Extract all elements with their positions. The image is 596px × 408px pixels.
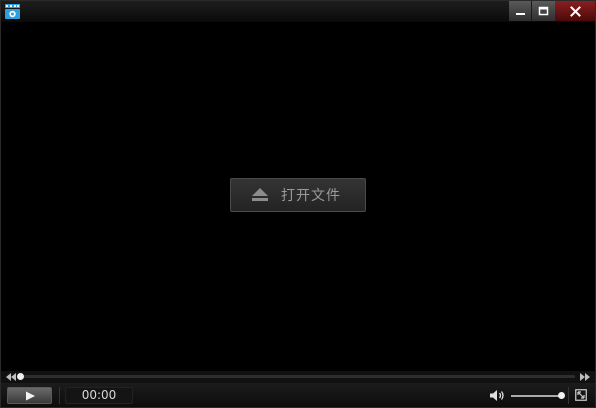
play-button[interactable]	[7, 387, 52, 404]
video-area[interactable]: 打开文件	[1, 22, 595, 371]
play-icon	[25, 391, 35, 400]
open-file-button[interactable]: 打开文件	[230, 178, 366, 212]
seek-handle[interactable]	[17, 373, 24, 380]
maximize-button[interactable]	[532, 1, 555, 21]
control-separator	[59, 387, 60, 404]
control-separator	[568, 387, 569, 404]
minimize-button[interactable]	[509, 1, 532, 21]
volume-handle[interactable]	[558, 392, 565, 399]
seek-row	[1, 371, 595, 383]
media-player-window: 打开文件 00:00	[0, 0, 596, 408]
volume-slider[interactable]	[511, 392, 565, 399]
close-button[interactable]	[555, 1, 595, 21]
eject-icon	[252, 188, 268, 201]
seek-bar[interactable]	[17, 373, 575, 380]
close-icon	[569, 5, 581, 17]
fast-forward-icon[interactable]	[578, 372, 592, 382]
control-bar: 00:00	[1, 383, 595, 407]
rewind-icon[interactable]	[4, 372, 18, 382]
open-file-label: 打开文件	[281, 188, 341, 204]
fullscreen-icon[interactable]	[575, 389, 587, 401]
maximize-icon	[538, 6, 549, 16]
time-display: 00:00	[65, 387, 133, 404]
title-bar[interactable]	[1, 1, 595, 22]
media-player-app-icon	[5, 4, 20, 19]
speaker-icon[interactable]	[489, 389, 506, 402]
minimize-icon	[515, 13, 525, 15]
